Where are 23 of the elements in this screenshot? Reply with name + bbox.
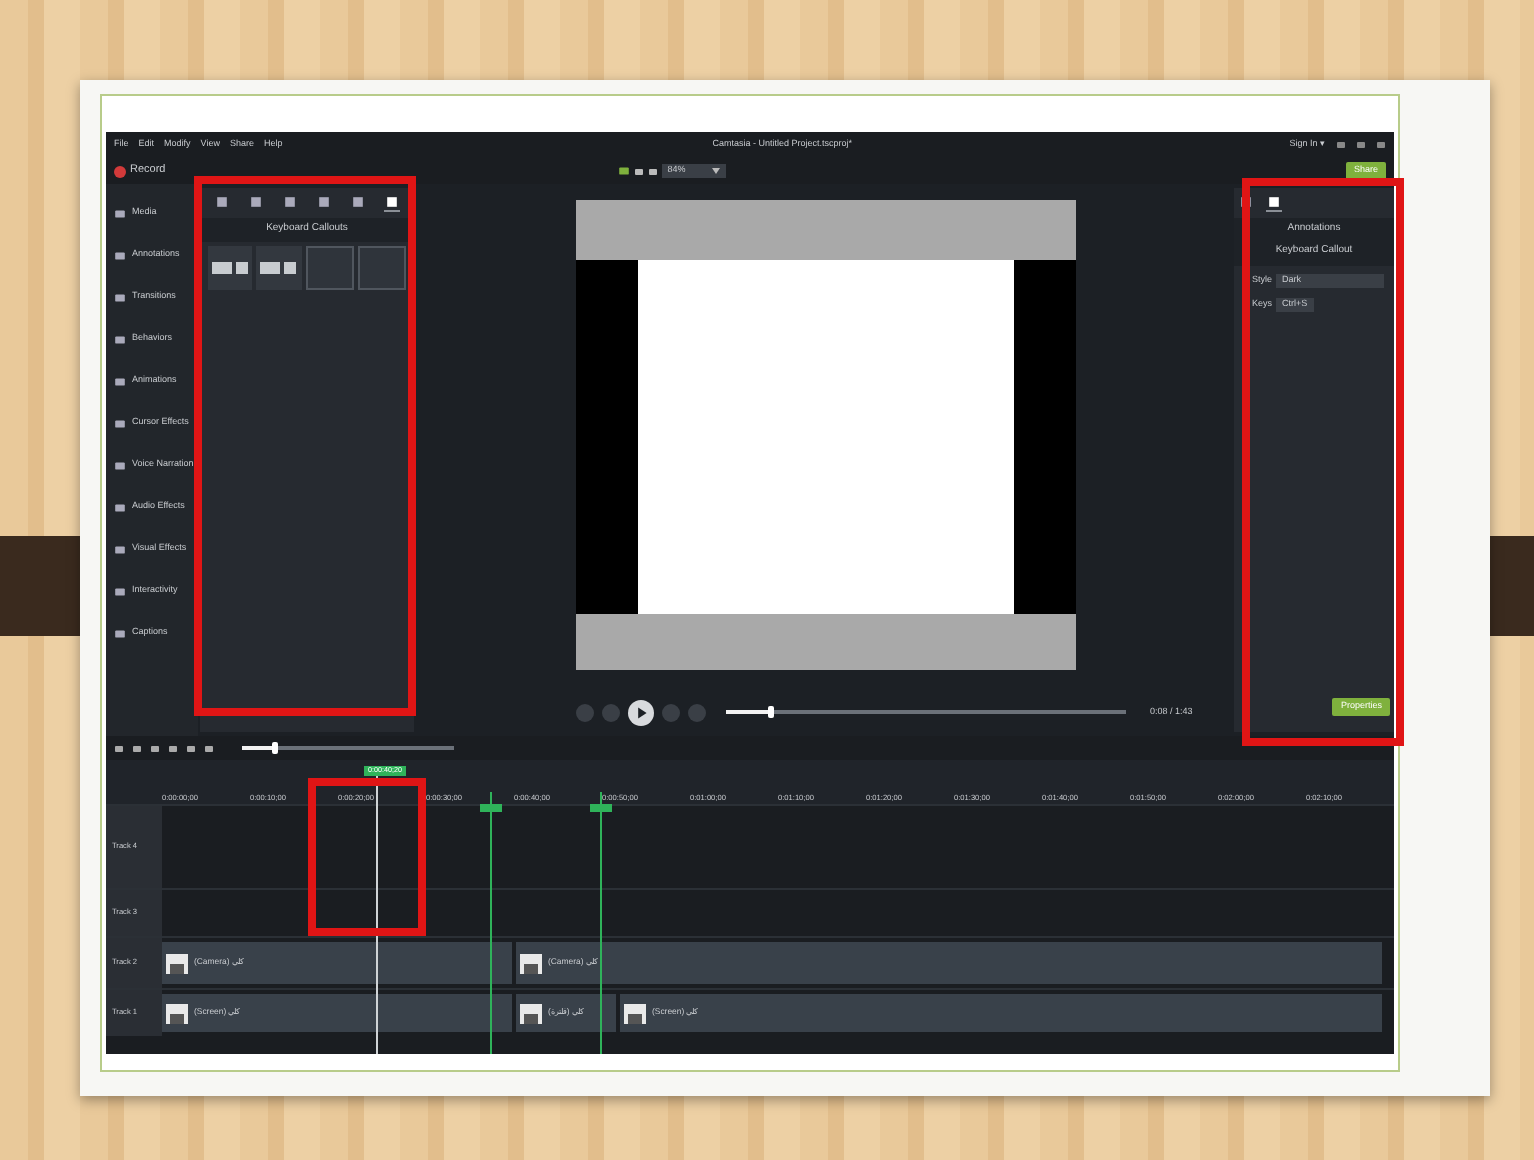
annotation-tab[interactable] <box>316 194 333 213</box>
clip-thumbnail <box>166 953 188 973</box>
annotation-tab[interactable] <box>213 194 230 213</box>
play-icon <box>634 705 648 719</box>
record-icon[interactable] <box>114 165 126 177</box>
play-button[interactable] <box>628 699 654 725</box>
keys-icon <box>260 259 297 276</box>
annotation-tab[interactable] <box>350 194 367 213</box>
clip-thumbnail <box>166 1003 188 1023</box>
keys-icon <box>212 259 249 276</box>
select-tool-icon[interactable] <box>617 164 630 178</box>
callout-tile[interactable] <box>256 245 301 290</box>
caret-icon <box>711 168 720 174</box>
callout-tile[interactable] <box>357 245 406 290</box>
properties-tab[interactable] <box>1266 194 1282 213</box>
callout-tile[interactable] <box>305 245 354 290</box>
callout-tile[interactable] <box>208 245 253 290</box>
annotation-tab[interactable] <box>384 194 401 213</box>
clip-thumbnail <box>520 953 542 973</box>
clip-thumbnail <box>520 1003 542 1023</box>
clip-thumbnail <box>624 1003 646 1023</box>
annotation-tab[interactable] <box>281 194 298 213</box>
annotation-tab[interactable] <box>247 194 264 213</box>
